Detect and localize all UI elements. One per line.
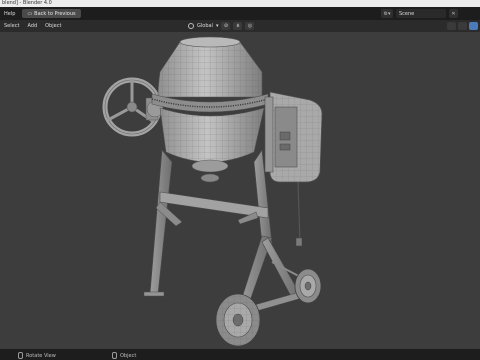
- gizmo-icon[interactable]: [447, 22, 456, 30]
- globe-icon: [188, 23, 194, 29]
- chevron-down-icon: ▾: [215, 23, 219, 29]
- back-to-previous-button[interactable]: ▭ Back to Previous: [22, 9, 81, 18]
- top-bar: Help ▭ Back to Previous ⚙▾ Scene ✕: [0, 7, 480, 20]
- viewport-right-tools: [447, 22, 478, 30]
- pivot-icon[interactable]: ⊘: [221, 22, 231, 30]
- back-to-previous-label: Back to Previous: [34, 10, 76, 17]
- transform-orientation[interactable]: Global ▾ ⊘ ⋔ ◎: [188, 22, 255, 30]
- wheel-left: [215, 293, 261, 347]
- menu-object[interactable]: Object: [41, 23, 65, 29]
- status-rotate-view: Rotate View: [18, 352, 56, 359]
- wheel-right: [294, 268, 322, 304]
- back-icon: ▭: [27, 10, 33, 17]
- status-object-label: Object: [120, 352, 137, 359]
- viewport-header: Select Add Object Global ▾ ⊘ ⋔ ◎: [0, 20, 480, 32]
- status-bar: Rotate View Object: [0, 349, 480, 360]
- status-object: Object: [112, 352, 136, 359]
- menu-help[interactable]: Help: [0, 11, 19, 17]
- window-title: blend] - Blender 4.0: [0, 0, 480, 7]
- snap-icon[interactable]: ⋔: [233, 22, 243, 30]
- handwheel: [102, 77, 164, 137]
- overlay-icon[interactable]: [458, 22, 467, 30]
- close-icon[interactable]: ✕: [449, 9, 458, 18]
- proportional-icon[interactable]: ◎: [245, 22, 255, 30]
- scene-name-field[interactable]: Scene: [396, 9, 446, 18]
- scene-icon[interactable]: ⚙▾: [381, 9, 393, 18]
- mouse-icon: [18, 352, 23, 359]
- xray-icon[interactable]: [469, 22, 478, 30]
- menu-add[interactable]: Add: [23, 23, 41, 29]
- scene-selector: ⚙▾ Scene ✕: [381, 9, 458, 18]
- motor-housing: [264, 91, 323, 247]
- concrete-mixer-model: [102, 36, 323, 347]
- mouse-icon: [112, 352, 117, 359]
- orientation-label: Global: [197, 23, 213, 29]
- status-rotate-label: Rotate View: [26, 352, 56, 359]
- 3d-viewport[interactable]: [0, 32, 480, 349]
- menu-select[interactable]: Select: [0, 23, 23, 29]
